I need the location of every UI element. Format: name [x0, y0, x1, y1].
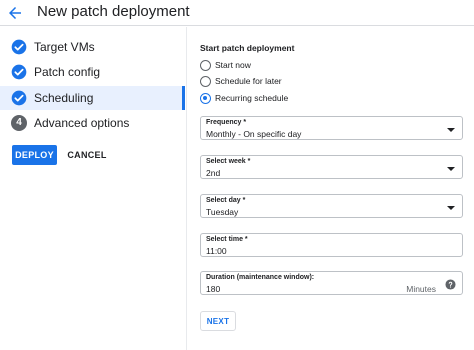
field-value[interactable]: 180: [206, 284, 220, 294]
radio-button[interactable]: [200, 76, 211, 87]
step-label: Scheduling: [34, 91, 94, 105]
radio-label: Start now: [215, 60, 251, 70]
step-label: Advanced options: [34, 116, 130, 130]
step-scheduling[interactable]: Scheduling: [0, 86, 185, 110]
active-step-indicator: [182, 86, 185, 110]
step-target-vms[interactable]: Target VMs: [0, 35, 185, 59]
step-label: Target VMs: [34, 40, 95, 54]
frequency-select[interactable]: Frequency * Monthly - On specific day: [200, 116, 463, 140]
radio-label: Recurring schedule: [215, 93, 289, 103]
dropdown-arrow-icon[interactable]: [447, 206, 455, 210]
app-header: New patch deployment: [0, 0, 474, 26]
field-value: Monthly - On specific day: [206, 129, 302, 139]
section-title: Start patch deployment: [200, 43, 295, 53]
radio-label: Schedule for later: [215, 76, 282, 86]
field-label: Select day *: [206, 197, 246, 204]
step-number-badge: 4: [11, 115, 27, 131]
field-value: 2nd: [206, 168, 221, 178]
help-icon[interactable]: [445, 279, 456, 290]
radio-button-selected[interactable]: [200, 93, 211, 104]
week-select[interactable]: Select week * 2nd: [200, 155, 463, 179]
duration-field[interactable]: Duration (maintenance window): 180 Minut…: [200, 271, 463, 295]
radio-schedule-later[interactable]: Schedule for later: [200, 75, 320, 89]
radio-start-now[interactable]: Start now: [200, 59, 320, 73]
arrow-back-icon[interactable]: [6, 4, 24, 22]
radio-recurring-schedule[interactable]: Recurring schedule: [200, 92, 320, 106]
field-suffix: Minutes: [406, 284, 436, 294]
field-label: Duration (maintenance window):: [206, 274, 315, 281]
dropdown-arrow-icon[interactable]: [447, 128, 455, 132]
panel-divider: [186, 27, 187, 350]
field-value[interactable]: 11:00: [206, 246, 227, 256]
step-patch-config[interactable]: Patch config: [0, 60, 185, 84]
time-field[interactable]: Select time * 11:00: [200, 233, 463, 257]
cancel-button[interactable]: CANCEL: [64, 145, 110, 165]
next-button[interactable]: NEXT: [200, 311, 236, 331]
field-value: Tuesday: [206, 207, 239, 217]
field-label: Select week *: [206, 158, 251, 165]
day-select[interactable]: Select day * Tuesday: [200, 194, 463, 218]
field-label: Select time *: [206, 236, 248, 243]
check-circle-icon: [11, 64, 27, 80]
check-circle-icon: [11, 39, 27, 55]
radio-button[interactable]: [200, 60, 211, 71]
step-label: Patch config: [34, 65, 101, 79]
step-advanced-options[interactable]: 4 Advanced options: [0, 111, 185, 135]
dropdown-arrow-icon[interactable]: [447, 167, 455, 171]
page-title: New patch deployment: [37, 3, 190, 20]
deploy-button[interactable]: DEPLOY: [12, 145, 57, 165]
check-circle-icon: [11, 90, 27, 106]
field-label: Frequency *: [206, 119, 247, 126]
